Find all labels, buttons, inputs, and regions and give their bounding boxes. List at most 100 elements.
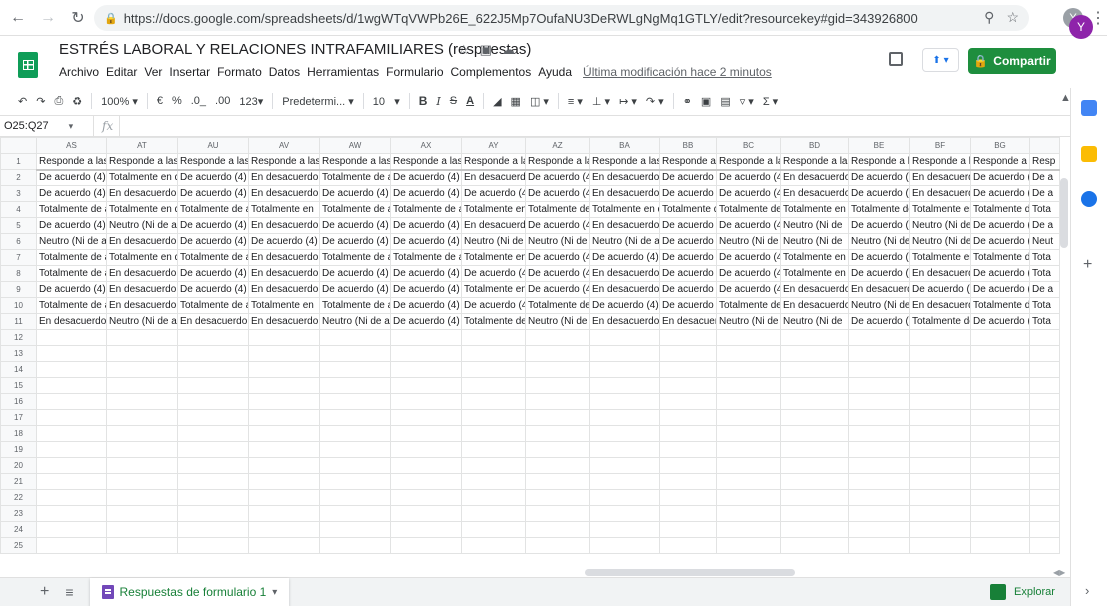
cell[interactable]: Totalmente de a [36, 265, 107, 282]
row-header[interactable]: 19 [0, 441, 37, 458]
present-button[interactable]: ⬆ ▾ [922, 48, 959, 72]
cell[interactable] [461, 361, 526, 378]
cell[interactable]: De acuerdo (4) [461, 185, 526, 202]
cell[interactable] [909, 377, 971, 394]
cell[interactable]: De acuerdo (4) [177, 265, 249, 282]
cell[interactable] [716, 505, 781, 522]
column-header[interactable]: AV [248, 137, 320, 154]
cell[interactable] [525, 505, 590, 522]
cell[interactable] [909, 409, 971, 426]
cell[interactable]: Responde a la [909, 153, 971, 171]
cell[interactable] [461, 441, 526, 458]
cell[interactable] [319, 361, 391, 378]
column-header[interactable]: AS [36, 137, 107, 154]
cell[interactable]: De acuerdo (4) [36, 185, 107, 202]
cell[interactable] [177, 377, 249, 394]
cell[interactable] [970, 505, 1030, 522]
cell[interactable]: De acuerdo (4) [589, 249, 660, 266]
cell[interactable]: En desacuerdo [248, 185, 320, 202]
cell[interactable]: En desacuerd [848, 281, 910, 298]
cell[interactable] [248, 329, 320, 346]
cell[interactable]: De acuerdo (4) [461, 265, 526, 282]
cell[interactable]: Totalmente de a [319, 201, 391, 218]
cell[interactable] [461, 409, 526, 426]
cell[interactable]: En desacuerdo [589, 169, 660, 186]
cell[interactable]: Totalmente de a [319, 297, 391, 314]
cell[interactable] [909, 537, 971, 554]
more-formats-button[interactable]: 123▾ [239, 95, 263, 108]
cell[interactable]: En desacuerdo [589, 281, 660, 298]
cell[interactable]: Totalmente en [780, 249, 849, 266]
cell[interactable] [177, 329, 249, 346]
column-header[interactable]: AY [461, 137, 526, 154]
cell[interactable]: De acuerdo (4) [248, 233, 320, 250]
cell[interactable] [36, 393, 107, 410]
cell[interactable] [461, 345, 526, 362]
cell[interactable]: En desacuerd [909, 265, 971, 282]
cell[interactable] [848, 537, 910, 554]
cell[interactable]: Totalmente en [909, 201, 971, 218]
cell[interactable]: De acuerdo (4 [716, 217, 781, 234]
cell[interactable] [319, 393, 391, 410]
cell[interactable] [716, 441, 781, 458]
cell[interactable] [848, 393, 910, 410]
cell[interactable]: Responde a las [390, 153, 462, 171]
cell[interactable] [319, 521, 391, 538]
column-header[interactable]: BE [848, 137, 910, 154]
cell[interactable] [970, 361, 1030, 378]
cell[interactable] [36, 489, 107, 506]
last-edit-link[interactable]: Última modificación hace 2 minutos [583, 65, 772, 79]
row-header[interactable]: 23 [0, 505, 37, 522]
cell[interactable]: De acuerdo (4) [390, 233, 462, 250]
cell[interactable] [248, 505, 320, 522]
cell[interactable]: Neutro (Ni de [716, 233, 781, 250]
row-header[interactable]: 9 [0, 281, 37, 298]
cell[interactable] [780, 521, 849, 538]
cell[interactable]: Totalmente en [909, 249, 971, 266]
cell[interactable] [780, 425, 849, 442]
cell[interactable]: De acuerdo ( [970, 185, 1030, 202]
cell[interactable] [716, 473, 781, 490]
cell[interactable]: De acuerdo (4) [525, 185, 590, 202]
cell[interactable] [248, 441, 320, 458]
cell[interactable] [848, 521, 910, 538]
cell[interactable]: En desacuerdo [589, 265, 660, 282]
cell[interactable] [177, 521, 249, 538]
cell[interactable] [848, 473, 910, 490]
cell[interactable] [780, 345, 849, 362]
increase-decimal-button[interactable]: .00 [215, 95, 230, 107]
cell[interactable]: Responde a las [525, 153, 590, 171]
paint-format-icon[interactable]: ♻ [72, 95, 82, 108]
borders-icon[interactable]: ▦ [511, 95, 521, 108]
cell[interactable] [970, 473, 1030, 490]
cell[interactable]: De acuerdo (4) [177, 169, 249, 186]
cell[interactable] [589, 377, 660, 394]
cell[interactable] [461, 489, 526, 506]
cell[interactable]: De acuerdo (4 [716, 185, 781, 202]
cell[interactable]: Totalmente de a [390, 249, 462, 266]
cell[interactable] [970, 329, 1030, 346]
cell[interactable]: Totalmente d [970, 201, 1030, 218]
cell[interactable]: Totalmente de a [177, 249, 249, 266]
cell[interactable]: Responde a las [177, 153, 249, 171]
row-header[interactable]: 17 [0, 409, 37, 426]
chevron-down-icon[interactable]: ▾ [272, 587, 277, 598]
cell[interactable] [525, 457, 590, 474]
cell[interactable] [970, 425, 1030, 442]
cell[interactable] [319, 409, 391, 426]
cell[interactable] [106, 377, 178, 394]
cell[interactable] [461, 457, 526, 474]
cell[interactable]: De acuerdo (4 [716, 169, 781, 186]
column-header[interactable]: BD [780, 137, 849, 154]
cell[interactable]: Totalmente en d [589, 201, 660, 218]
cell[interactable]: De acuerdo (4) [390, 217, 462, 234]
cell[interactable] [177, 489, 249, 506]
cell[interactable]: Neutro (Ni de [780, 217, 849, 234]
cell[interactable] [390, 377, 462, 394]
cell[interactable] [106, 409, 178, 426]
share-button[interactable]: 🔒 Compartir [968, 48, 1056, 74]
insert-comment-icon[interactable]: ▣ [701, 95, 711, 108]
cell[interactable] [589, 521, 660, 538]
cell[interactable] [319, 537, 391, 554]
cell[interactable] [390, 345, 462, 362]
